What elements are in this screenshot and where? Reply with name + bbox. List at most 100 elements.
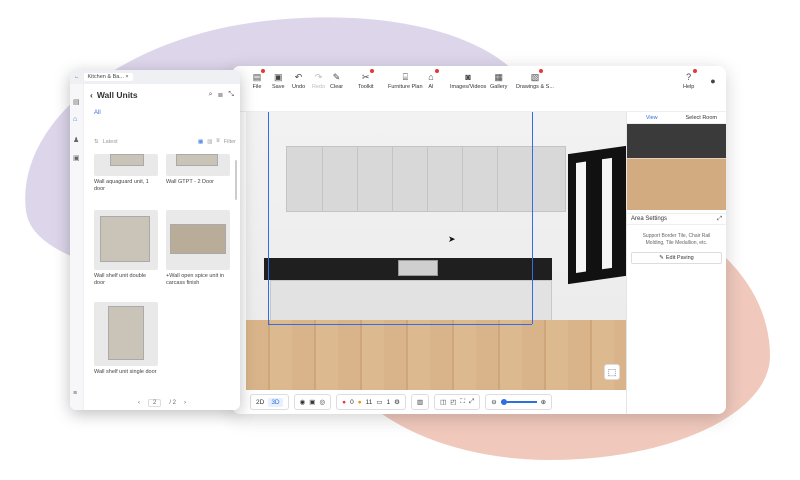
furniture-plan-button[interactable]: ⌸ Furniture Plan <box>388 72 423 91</box>
user-avatar[interactable]: ● <box>708 76 718 88</box>
filter-all[interactable]: All <box>94 110 101 116</box>
error-count: 0 <box>350 398 354 406</box>
next-page-icon[interactable]: › <box>184 400 186 406</box>
menu-icon[interactable]: ≡ <box>73 390 77 397</box>
view-3d-button[interactable]: 3D <box>268 397 283 407</box>
toolkit-button[interactable]: ✂ Toolkit <box>358 69 374 90</box>
upper-cabinets <box>286 146 566 212</box>
tab-select-room[interactable]: Select Room <box>677 112 727 123</box>
grid-view-icon[interactable]: ▦ <box>198 139 203 145</box>
images-videos-button[interactable]: ◙ Images/Videos <box>450 72 486 90</box>
list-view-icon[interactable]: ▥ <box>207 139 212 145</box>
area-settings-title: Area Settings <box>631 216 668 222</box>
display-tools: ◉ ▣ ◎ <box>293 394 332 410</box>
drawings-icon: ▧ <box>530 69 543 82</box>
redo-icon: ↷ <box>314 71 323 82</box>
help-icon: ? <box>684 69 697 82</box>
ai-button[interactable]: ⌂ AI <box>426 69 439 90</box>
prev-page-icon[interactable]: ‹ <box>138 400 140 406</box>
expand-icon[interactable]: ⤢ <box>717 216 722 223</box>
product-card[interactable]: +Wall open spice unit in carcass finish <box>166 210 230 287</box>
product-card[interactable]: Wall shelf unit single door <box>94 302 158 376</box>
compass-icon[interactable]: ◎ <box>319 398 325 406</box>
undo-button[interactable]: ↶ Undo <box>292 72 305 91</box>
window <box>568 145 626 285</box>
catalog-icon[interactable]: ▤ <box>73 98 80 106</box>
camera-icon: ◙ <box>465 72 471 82</box>
3d-viewport[interactable]: ➤ ⬚ <box>246 112 626 390</box>
eye-icon[interactable]: ◉ <box>300 398 306 406</box>
product-image <box>94 302 158 366</box>
page-input[interactable]: 2 <box>147 399 162 407</box>
product-card[interactable]: Wall shelf unit double door <box>94 210 158 287</box>
3d-cube-icon[interactable]: ⬚ <box>604 364 620 380</box>
collapse-icon[interactable]: ⤡ <box>228 91 234 99</box>
top-toolbar: ▤ File ▣ Save ↶ Undo ↷ Redo ✎ Clear ✂ Toolkit … <box>232 66 726 112</box>
error-icon: ● <box>342 398 347 406</box>
bottom-toolbar: 2D 3D ◉ ▣ ◎ ● 0 ● 11 ▭ 1 ⚙ ▥ ◫ ◰ ⛶ ⤢ ⊖ ⊕ <box>246 390 626 414</box>
area-settings-header: Area Settings ⤢ <box>627 213 726 225</box>
product-card[interactable]: Wall aquaguard unit, 1 door <box>94 154 158 193</box>
clear-button[interactable]: ✎ Clear <box>330 72 343 91</box>
home-icon[interactable]: ⌂ <box>73 116 77 123</box>
catalog-tab[interactable]: Kitchen & Ba... × <box>83 73 133 81</box>
fit-view-icon[interactable]: ⛶ <box>460 398 465 406</box>
help-button[interactable]: ? Help <box>683 69 697 90</box>
back-chevron-icon[interactable]: ‹ <box>90 90 93 100</box>
back-arrow-icon[interactable]: ← <box>74 74 80 80</box>
user-icon: ● <box>710 76 716 86</box>
view-thumbnail[interactable] <box>627 124 726 210</box>
file-button[interactable]: ▤ File <box>252 69 265 90</box>
zoom-out-icon[interactable]: ⊖ <box>491 398 496 406</box>
zoom-slider[interactable] <box>500 399 537 405</box>
walk-view-icon[interactable]: ◰ <box>450 398 456 406</box>
fullscreen-icon[interactable]: ⤢ <box>469 398 474 406</box>
settings-icon[interactable]: ⚙ <box>394 398 400 406</box>
edit-paving-button[interactable]: ✎ Edit Paving <box>631 251 722 264</box>
list-icon[interactable]: ≣ <box>218 91 224 99</box>
catalog-header: ‹ Wall Units ⌕ ≣ ⤡ <box>84 84 240 106</box>
scrollbar[interactable] <box>235 160 237 200</box>
selection-line <box>268 324 532 325</box>
product-card[interactable]: Wall GTPT - 2 Door <box>166 154 230 186</box>
product-name: Wall GTPT - 2 Door <box>166 179 214 185</box>
view-2d-button[interactable]: 2D <box>256 399 264 406</box>
pencil-icon: ✎ <box>659 254 664 261</box>
camera-tools: ◫ ◰ ⛶ ⤢ <box>434 394 481 410</box>
status-group: ● 0 ● 11 ▭ 1 ⚙ <box>336 394 406 410</box>
sink <box>398 260 438 276</box>
search-icon[interactable]: ⌕ <box>209 91 213 99</box>
page-total: / 2 <box>169 400 176 406</box>
product-name: Wall aquaguard unit, 1 door <box>94 179 149 193</box>
layer-count[interactable]: 1 <box>387 399 391 406</box>
catalog-panel: ← Kitchen & Ba... × ▤ ⌂ ♟ ▣ ≡ ‹ Wall Uni… <box>70 70 240 410</box>
box-icon[interactable]: ▣ <box>73 154 80 162</box>
cube-icon[interactable]: ▣ <box>309 398 315 406</box>
drawings-button[interactable]: ▧ Drawings & S... <box>516 69 554 90</box>
product-image <box>166 154 230 176</box>
zoom-control: ⊖ ⊕ <box>485 394 553 410</box>
filter-label[interactable]: Filter <box>224 139 236 145</box>
right-panel: View Select Room Area Settings ⤢ Support… <box>626 112 726 414</box>
product-image <box>94 210 158 270</box>
product-name: +Wall open spice unit in carcass finish <box>166 273 225 287</box>
selection-line <box>532 112 533 324</box>
product-name: Wall shelf unit single door <box>94 369 157 375</box>
pagination: ‹ 2 / 2 › <box>84 396 240 410</box>
catalog-sidebar: ▤ ⌂ ♟ ▣ ≡ <box>70 84 84 410</box>
redo-button[interactable]: ↷ Redo <box>312 71 325 91</box>
tab-view[interactable]: View <box>627 112 677 123</box>
catalog-title: Wall Units <box>96 90 138 100</box>
filter-icon[interactable]: ⩸ <box>216 138 219 145</box>
selection-line <box>268 112 269 324</box>
sort-latest[interactable]: Latest <box>103 139 118 145</box>
view-mode-switch: 2D 3D <box>250 394 289 410</box>
camera-view-icon[interactable]: ◫ <box>440 398 446 406</box>
mouse-cursor: ➤ <box>448 234 456 244</box>
render-icon[interactable]: ▥ <box>417 398 423 406</box>
person-icon[interactable]: ♟ <box>73 136 79 144</box>
render-tools: ▥ <box>410 394 430 410</box>
gallery-button[interactable]: ▦ Gallery <box>490 72 507 91</box>
save-button[interactable]: ▣ Save <box>272 72 285 91</box>
zoom-in-icon[interactable]: ⊕ <box>541 398 546 406</box>
